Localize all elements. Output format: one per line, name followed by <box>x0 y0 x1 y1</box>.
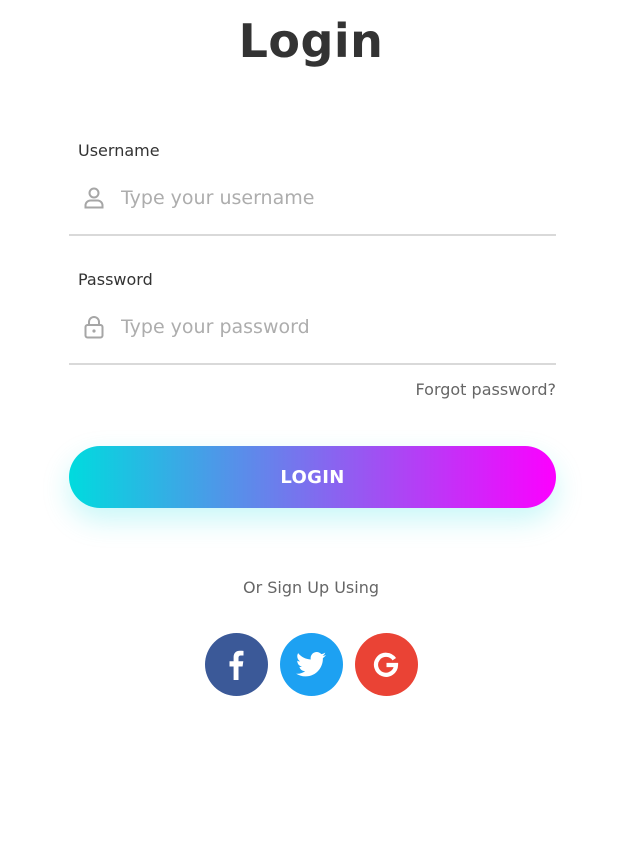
facebook-icon <box>228 650 244 680</box>
facebook-button[interactable] <box>204 633 268 696</box>
signup-text: Or Sign Up Using <box>243 578 379 597</box>
login-page: Login Username Password Forgot password?… <box>0 0 622 868</box>
login-button[interactable]: LOGIN <box>69 446 556 508</box>
google-icon <box>372 651 400 679</box>
password-input[interactable] <box>121 309 541 345</box>
twitter-button[interactable] <box>279 633 343 696</box>
username-label: Username <box>78 141 160 160</box>
lock-icon <box>83 315 105 339</box>
google-button[interactable] <box>354 633 418 696</box>
user-icon <box>83 186 105 210</box>
twitter-icon <box>296 652 326 677</box>
password-label: Password <box>78 270 153 289</box>
username-input[interactable] <box>121 180 541 216</box>
username-field: Username <box>69 128 556 236</box>
password-field: Password <box>69 257 556 365</box>
social-buttons <box>0 633 622 696</box>
forgot-password-link[interactable]: Forgot password? <box>416 380 556 399</box>
page-title: Login <box>238 14 384 68</box>
